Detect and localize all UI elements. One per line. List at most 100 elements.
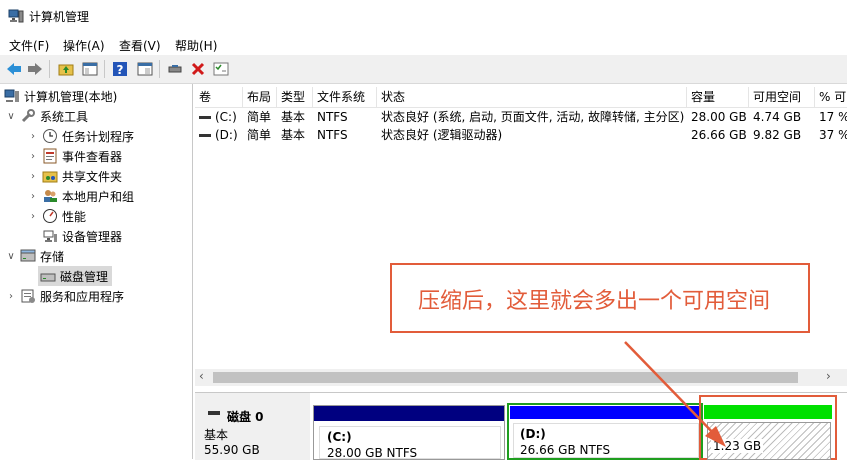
filesystem-cell: NTFS [317,128,348,142]
event-log-icon [42,148,58,164]
clock-icon [42,128,58,144]
column-header-capacity[interactable]: 容量 [687,87,749,107]
chevron-down-icon[interactable]: ∨ [6,251,16,262]
chevron-down-icon[interactable]: ∨ [6,111,16,122]
column-header-filesystem[interactable]: 文件系统 [313,87,377,107]
tree-item-label: 本地用户和组 [62,189,135,204]
menu-bar: 文件(F) 操作(A) 查看(V) 帮助(H) [0,32,847,55]
chevron-right-icon[interactable]: › [28,191,38,202]
storage-icon [20,248,36,264]
volume-label: (C:) [215,110,237,124]
tree-item-storage[interactable]: ∨ 存储 [6,246,64,266]
tree-item-disk-management[interactable]: 磁盘管理 [38,266,113,286]
column-header-type[interactable]: 类型 [277,87,313,107]
chevron-right-icon[interactable]: › [6,291,16,302]
volume-cell: (C:) [195,108,243,126]
tools-icon [20,108,36,124]
volume-label: (D:) [215,128,238,142]
annotation-callout: 压缩后，这里就会多出一个可用空间 [390,263,810,333]
horizontal-scrollbar[interactable]: ‹ › [195,369,847,386]
tree-item-label: 磁盘管理 [60,269,109,284]
volume-cell: (D:) [195,126,243,144]
tree-item-root[interactable]: 计算机管理(本地) [4,86,117,106]
filesystem-cell: NTFS [317,110,348,124]
type-cell: 基本 [281,110,306,124]
drive-icon [199,134,211,137]
chevron-right-icon[interactable]: › [28,171,38,182]
menu-help[interactable]: 帮助(H) [175,37,217,54]
capacity-cell: 28.00 GB [691,110,747,124]
type-cell: 基本 [281,128,306,142]
column-header-layout[interactable]: 布局 [243,87,277,107]
delete-icon[interactable] [189,60,207,78]
tree-item-task-scheduler[interactable]: › 任务计划程序 [28,126,134,146]
layout-cell: 简单 [247,110,272,124]
percent-free-cell: 17 % [819,110,847,124]
device-manager-icon [42,228,58,244]
table-row[interactable]: (C:) 简单 基本 NTFS 状态良好 (系统, 启动, 页面文件, 活动, … [195,108,847,126]
chevron-right-icon[interactable]: › [28,151,38,162]
back-arrow-icon[interactable] [5,60,23,78]
percent-free-cell: 37 % [819,128,847,142]
tree-item-label: 任务计划程序 [62,129,135,144]
status-cell: 状态良好 (逻辑驱动器) [381,128,503,142]
layout-cell: 简单 [247,128,272,142]
forward-arrow-icon[interactable] [26,60,44,78]
capacity-cell: 26.66 GB [691,128,747,142]
partition-info: 28.00 GB NTFS [327,446,418,460]
free-space-cell: 4.74 GB [753,110,802,124]
column-header-volume[interactable]: 卷 [195,87,243,107]
menu-file[interactable]: 文件(F) [9,37,49,54]
chevron-right-icon[interactable]: › [28,131,38,142]
console-tree-icon[interactable] [81,60,99,78]
toolbar: ? [0,55,847,84]
disk-name: 磁盘 0 [227,410,264,424]
status-cell: 状态良好 (系统, 启动, 页面文件, 活动, 故障转储, 主分区) [381,110,685,124]
window-title: 计算机管理 [29,10,90,24]
partition-body: (C:) 28.00 GB NTFS [319,426,501,460]
shared-folder-icon [42,168,58,184]
partition-c[interactable]: (C:) 28.00 GB NTFS [313,405,505,460]
partition-color-bar [314,406,504,421]
disk-management-icon [40,268,56,284]
tree-item-device-manager[interactable]: 设备管理器 [42,226,122,246]
column-header-percent-free[interactable]: % 可 [815,87,847,107]
tree-item-system-tools[interactable]: ∨ 系统工具 [6,106,88,126]
volume-table: 卷 布局 类型 文件系统 状态 容量 可用空间 % 可 (C:) 简单 基本 N… [195,84,847,386]
partition-label: (C:) [327,430,352,444]
tree-item-services[interactable]: › 服务和应用程序 [6,286,124,306]
disk-map: 磁盘 0 基本 55.90 GB (C:) 28.00 GB NTFS (D:)… [195,392,847,460]
tree-item-label: 系统工具 [40,109,89,124]
menu-view[interactable]: 查看(V) [119,37,161,54]
disk-icon [208,411,220,415]
annotation-arrow [624,341,726,447]
scroll-right-arrow-icon[interactable]: › [826,369,831,383]
column-header-status[interactable]: 状态 [377,87,687,107]
tree-item-label: 性能 [62,209,87,224]
tree-item-local-users[interactable]: › 本地用户和组 [28,186,134,206]
folder-up-icon[interactable] [57,60,75,78]
checklist-icon[interactable] [212,60,230,78]
table-row[interactable]: (D:) 简单 基本 NTFS 状态良好 (逻辑驱动器) 26.66 GB 9.… [195,126,847,144]
tree-item-event-viewer[interactable]: › 事件查看器 [28,146,122,166]
help-icon[interactable]: ? [111,60,129,78]
users-icon [42,188,58,204]
properties-icon[interactable] [136,60,154,78]
tree-item-label: 事件查看器 [62,149,123,164]
svg-text:?: ? [117,63,124,77]
connect-icon[interactable] [166,60,184,78]
tree-item-label: 服务和应用程序 [40,289,125,304]
navigation-tree: 计算机管理(本地) ∨ 系统工具 › 任务计划程序 › 事件查看器 › 共享文件… [0,84,193,459]
disk-info-panel[interactable]: 磁盘 0 基本 55.90 GB [195,393,310,460]
column-header-free-space[interactable]: 可用空间 [749,87,815,107]
disk-type: 基本 [204,428,229,442]
tree-item-shared-folders[interactable]: › 共享文件夹 [28,166,122,186]
menu-action[interactable]: 操作(A) [63,37,105,54]
tree-item-label: 存储 [40,249,65,264]
tree-item-label: 计算机管理(本地) [24,89,118,104]
chevron-right-icon[interactable]: › [28,211,38,222]
tree-item-performance[interactable]: › 性能 [28,206,86,226]
scroll-left-arrow-icon[interactable]: ‹ [199,369,204,383]
tree-item-label: 共享文件夹 [62,169,123,184]
drive-icon [199,116,211,119]
